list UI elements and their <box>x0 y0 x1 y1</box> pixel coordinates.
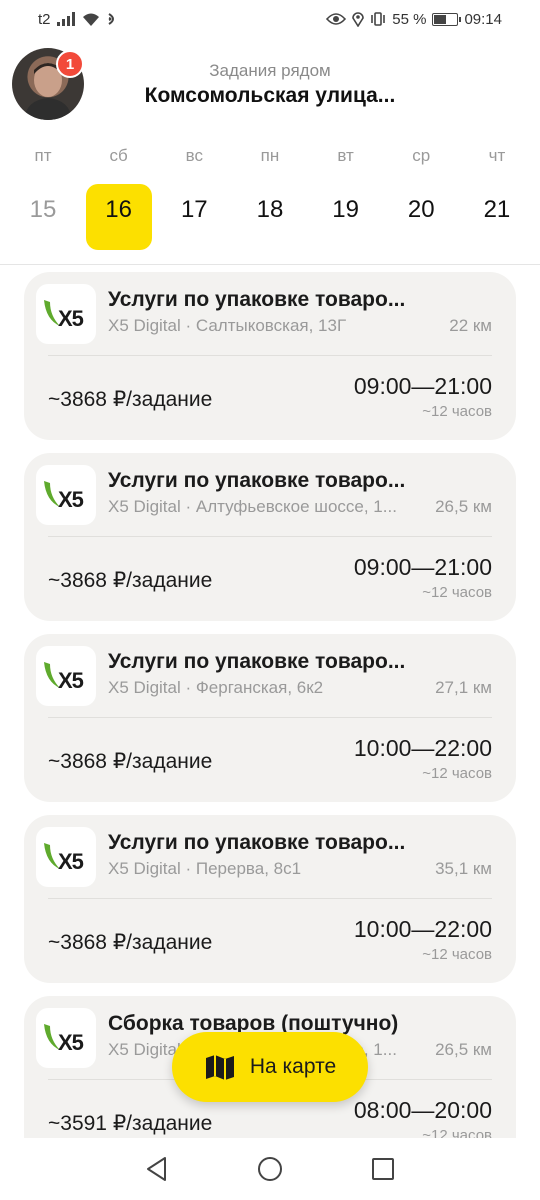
date-number: 21 <box>483 196 511 223</box>
date-number: 20 <box>407 196 435 223</box>
vibrate-icon <box>371 12 386 26</box>
date-cell[interactable]: пн 18 <box>237 146 303 250</box>
eye-icon <box>326 13 347 25</box>
weekday-label: вс <box>185 146 203 165</box>
back-button[interactable] <box>137 1149 177 1189</box>
job-title: Услуги по упаковке товаро... <box>108 288 406 311</box>
job-list: X5 Услуги по упаковке товаро... X5 Digital… <box>24 272 516 1138</box>
recents-icon <box>372 1158 395 1180</box>
date-number: 16 <box>85 184 152 250</box>
job-title: Услуги по упаковке товаро... <box>108 469 406 492</box>
date-cell[interactable]: чт 21 <box>464 146 530 250</box>
map-button[interactable]: На карте <box>172 1032 368 1102</box>
date-cell[interactable]: сб 16 <box>85 146 152 250</box>
date-number: 18 <box>256 196 284 223</box>
job-pay: ~3591 ₽/задание <box>48 1112 213 1135</box>
date-cell[interactable]: ср 20 <box>388 146 454 250</box>
job-duration: ~12 часов <box>422 1127 492 1138</box>
job-address: X5 Digital · Салтыковская, 13Г <box>108 316 347 335</box>
job-time: 10:00—22:00 <box>353 916 492 942</box>
battery-icon <box>432 12 462 26</box>
date-picker: пт 15 сб 16 вс 17 пн 18 вт 19 ср 20 чт 21 <box>10 146 530 250</box>
wifi-icon <box>82 13 99 26</box>
logo-text: X5 <box>58 668 84 693</box>
date-number: 19 <box>332 196 359 223</box>
job-pay: ~3868 ₽/задание <box>48 750 213 773</box>
job-address: X5 Digital · Ферганская, 6к2 <box>108 678 324 697</box>
map-button-label: На карте <box>249 1055 337 1078</box>
home-button[interactable] <box>250 1149 290 1189</box>
job-duration: ~12 часов <box>422 403 492 420</box>
job-address: X5 Digital · Перерва, 8с1 <box>108 859 302 878</box>
company-logo: X5 <box>36 646 96 706</box>
job-distance: 22 км <box>449 316 492 335</box>
job-subtitle: X5 Digital · Алтуфьевское шоссе, 1... 26,… <box>108 497 492 517</box>
job-pay: ~3868 ₽/задание <box>48 931 213 954</box>
header-subtitle: Задания рядом <box>209 61 331 80</box>
weekday-label: пт <box>34 146 52 165</box>
battery-percent: 55 % <box>392 10 427 28</box>
job-distance: 27,1 км <box>435 678 492 697</box>
date-cell[interactable]: вт 19 <box>313 146 379 250</box>
job-time: 09:00—21:00 <box>353 554 492 580</box>
map-icon <box>205 1055 234 1080</box>
job-card[interactable]: X5 Услуги по упаковке товаро... X5 Digital… <box>24 815 516 983</box>
job-time: 09:00—21:00 <box>353 373 492 399</box>
card-divider <box>48 536 492 537</box>
company-logo: X5 <box>36 284 96 344</box>
job-duration: ~12 часов <box>422 584 492 601</box>
logo-text: X5 <box>58 1030 84 1055</box>
job-address: X5 Digital · Алтуфьевское шоссе, 1... <box>108 497 397 516</box>
logo-text: X5 <box>58 849 84 874</box>
weekday-label: ср <box>412 146 431 165</box>
date-cell[interactable]: вс 17 <box>161 146 227 250</box>
job-time: 10:00—22:00 <box>353 735 492 761</box>
header: 1 Задания рядом Комсомольская улица... <box>0 48 540 128</box>
job-title: Услуги по упаковке товаро... <box>108 650 406 673</box>
status-bar: t2 55 % 09:14 <box>0 0 540 38</box>
job-card[interactable]: X5 Услуги по упаковке товаро... X5 Digital… <box>24 272 516 440</box>
weekday-label: чт <box>488 146 506 165</box>
job-pay: ~3868 ₽/задание <box>48 569 213 592</box>
card-divider <box>48 717 492 718</box>
clock: 09:14 <box>464 10 502 28</box>
job-duration: ~12 часов <box>422 946 492 963</box>
job-distance: 26,5 км <box>435 497 492 516</box>
job-time: 08:00—20:00 <box>353 1097 492 1123</box>
job-pay: ~3868 ₽/задание <box>48 388 213 411</box>
card-divider <box>48 355 492 356</box>
weekday-label: сб <box>109 146 128 165</box>
weekday-label: пн <box>260 146 280 165</box>
job-subtitle: X5 Digital · Перерва, 8с1 35,1 км <box>108 859 492 879</box>
job-title: Услуги по упаковке товаро... <box>108 831 406 854</box>
divider <box>0 264 540 265</box>
job-subtitle: X5 Digital · Ферганская, 6к2 27,1 км <box>108 678 492 698</box>
company-logo: X5 <box>36 465 96 525</box>
company-logo: X5 <box>36 1008 96 1068</box>
job-duration: ~12 часов <box>422 765 492 782</box>
date-number: 17 <box>180 196 208 223</box>
location-title[interactable]: Комсомольская улица... <box>0 84 540 108</box>
recents-button[interactable] <box>363 1149 403 1189</box>
home-icon <box>257 1157 282 1181</box>
card-divider <box>48 898 492 899</box>
logo-text: X5 <box>58 306 84 331</box>
job-card[interactable]: X5 Услуги по упаковке товаро... X5 Digital… <box>24 453 516 621</box>
signal-icon <box>56 12 75 26</box>
date-number: 15 <box>29 196 57 223</box>
logo-text: X5 <box>58 487 84 512</box>
company-logo: X5 <box>36 827 96 887</box>
job-distance: 26,5 км <box>435 1040 492 1059</box>
carrier-label: t2 <box>38 10 51 28</box>
job-distance: 35,1 км <box>435 859 492 878</box>
job-card[interactable]: X5 Услуги по упаковке товаро... X5 Digital… <box>24 634 516 802</box>
job-subtitle: X5 Digital · Салтыковская, 13Г 22 км <box>108 316 492 336</box>
nfc-icon <box>107 13 114 25</box>
date-cell[interactable]: пт 15 <box>10 146 76 250</box>
weekday-label: вт <box>337 146 354 165</box>
location-icon <box>352 12 365 27</box>
back-icon <box>146 1157 166 1181</box>
system-navbar <box>0 1138 540 1200</box>
